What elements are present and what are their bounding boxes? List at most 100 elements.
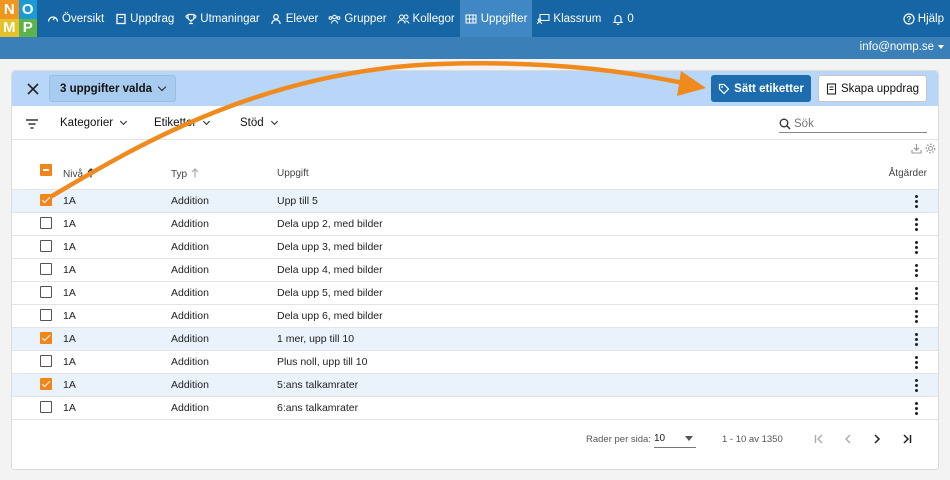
user-menu[interactable]: info@nomp.se — [860, 41, 944, 53]
more-actions-icon[interactable] — [914, 402, 918, 415]
select-all-checkbox[interactable] — [40, 164, 52, 176]
chevron-down-icon — [270, 117, 278, 126]
table-tools — [911, 143, 936, 154]
table-row[interactable]: 1A Addition Dela upp 4, med bilder — [12, 259, 938, 282]
cell-level: 1A — [63, 310, 76, 322]
more-actions-icon[interactable] — [914, 241, 918, 254]
row-checkbox[interactable] — [40, 309, 52, 321]
previous-page-button[interactable] — [839, 430, 857, 448]
table-row[interactable]: 1A Addition Dela upp 2, med bilder — [12, 213, 938, 236]
nav-item-utmaningar[interactable]: Utmaningar — [179, 0, 264, 37]
search-input[interactable] — [794, 117, 919, 130]
cell-level: 1A — [63, 402, 76, 414]
nav-item-label: Elever — [285, 12, 319, 25]
search-field — [779, 115, 927, 133]
nav-item-grupper[interactable]: Grupper — [323, 0, 391, 37]
settings-gear-icon[interactable] — [925, 143, 936, 154]
table-row[interactable]: 1A Addition Upp till 5 — [12, 190, 938, 213]
row-checkbox[interactable] — [40, 286, 52, 298]
nomp-logo[interactable]: N O M P — [0, 0, 37, 37]
help-link[interactable]: ? Hjälp — [903, 0, 944, 37]
chevron-down-icon — [203, 117, 211, 126]
rows-per-page-select[interactable]: 10 — [654, 430, 696, 448]
filter-icon[interactable] — [25, 117, 39, 135]
caret-down-icon — [685, 436, 693, 441]
nav-item-label: Översikt — [62, 12, 105, 25]
nav-item-kollegor[interactable]: Kollegor — [392, 0, 460, 37]
set-tags-button[interactable]: Sätt etiketter — [711, 75, 811, 102]
logo-letter: N — [0, 0, 19, 19]
cell-level: 1A — [63, 356, 76, 368]
rows-per-page-value: 10 — [654, 433, 666, 444]
nav-item-label: Uppgifter — [480, 12, 528, 25]
table-row[interactable]: 1A Addition Dela upp 3, med bilder — [12, 236, 938, 259]
row-checkbox[interactable] — [40, 401, 52, 413]
column-header-type[interactable]: Typ — [171, 168, 199, 181]
last-page-button[interactable] — [898, 430, 916, 448]
more-actions-icon[interactable] — [914, 356, 918, 369]
book-icon — [114, 12, 127, 25]
page-range-label: 1 - 10 av 1350 — [722, 434, 783, 445]
more-actions-icon[interactable] — [914, 287, 918, 300]
nav-item-klassrum[interactable]: Klassrum — [532, 0, 606, 37]
nav-item-uppdrag[interactable]: Uppdrag — [109, 0, 179, 37]
row-checkbox[interactable] — [40, 378, 52, 390]
row-checkbox[interactable] — [40, 217, 52, 229]
table-row[interactable]: 1A Addition Dela upp 6, med bilder — [12, 305, 938, 328]
row-checkbox[interactable] — [40, 355, 52, 367]
tasks-card: 3 uppgifter valda Sätt etiketter Skapa u… — [11, 70, 939, 470]
cell-task: Plus noll, upp till 10 — [277, 356, 368, 368]
nav-item-elever[interactable]: Elever — [265, 0, 324, 37]
main-nav: Översikt Uppdrag Utmaningar Elever Grupp… — [41, 0, 639, 37]
nav-item-uppgifter[interactable]: Uppgifter — [459, 0, 533, 37]
selection-count-dropdown[interactable]: 3 uppgifter valda — [49, 75, 177, 102]
cell-type: Addition — [171, 241, 209, 253]
nav-item-oversikt[interactable]: Översikt — [41, 0, 109, 37]
row-checkbox[interactable] — [40, 194, 52, 206]
more-actions-icon[interactable] — [914, 218, 918, 231]
cell-type: Addition — [171, 402, 209, 414]
more-actions-icon[interactable] — [914, 264, 918, 277]
next-page-button[interactable] — [868, 430, 886, 448]
search-icon — [779, 118, 791, 130]
cell-type: Addition — [171, 356, 209, 368]
cell-type: Addition — [171, 379, 209, 391]
row-checkbox[interactable] — [40, 240, 52, 252]
nav-item-label: Grupper — [344, 12, 387, 25]
row-checkbox[interactable] — [40, 332, 52, 344]
more-actions-icon[interactable] — [914, 195, 918, 208]
people-icon — [397, 12, 410, 25]
column-header-label: Typ — [171, 169, 188, 180]
logo-letter: M — [0, 18, 19, 37]
column-header-level[interactable]: Nivå — [63, 168, 95, 181]
download-icon[interactable] — [911, 143, 922, 154]
cell-level: 1A — [63, 195, 76, 207]
create-task-button[interactable]: Skapa uppdrag — [818, 75, 927, 102]
cell-task: 5:ans talkamrater — [277, 379, 359, 391]
support-dropdown[interactable]: Stöd — [240, 117, 278, 129]
more-actions-icon[interactable] — [914, 379, 918, 392]
more-actions-icon[interactable] — [914, 310, 918, 323]
cell-task: Dela upp 3, med bilder — [277, 241, 383, 253]
table-row[interactable]: 1A Addition 1 mer, upp till 10 — [12, 328, 938, 351]
chevron-down-icon — [157, 82, 167, 91]
top-navigation-bar: N O M P Översikt Uppdrag Utmaningar Elev… — [0, 0, 950, 37]
close-icon[interactable] — [25, 81, 41, 97]
more-actions-icon[interactable] — [914, 333, 918, 346]
first-page-button[interactable] — [810, 430, 828, 448]
column-header-task: Uppgift — [277, 168, 309, 179]
chevron-down-icon — [120, 117, 128, 126]
tags-dropdown[interactable]: Etiketter — [154, 117, 211, 129]
cell-task: Dela upp 6, med bilder — [277, 310, 383, 322]
table-row[interactable]: 1A Addition Dela upp 5, med bilder — [12, 282, 938, 305]
table-row[interactable]: 1A Addition Plus noll, upp till 10 — [12, 351, 938, 374]
help-icon: ? — [903, 12, 915, 25]
create-task-label: Skapa uppdrag — [840, 82, 919, 95]
row-checkbox[interactable] — [40, 263, 52, 275]
nav-item-notifications[interactable]: 0 — [606, 0, 638, 37]
categories-dropdown[interactable]: Kategorier — [60, 117, 128, 129]
cell-level: 1A — [63, 218, 76, 230]
help-label: Hjälp — [917, 12, 944, 25]
table-row[interactable]: 1A Addition 5:ans talkamrater — [12, 374, 938, 397]
table-row[interactable]: 1A Addition 6:ans talkamrater — [12, 397, 938, 420]
